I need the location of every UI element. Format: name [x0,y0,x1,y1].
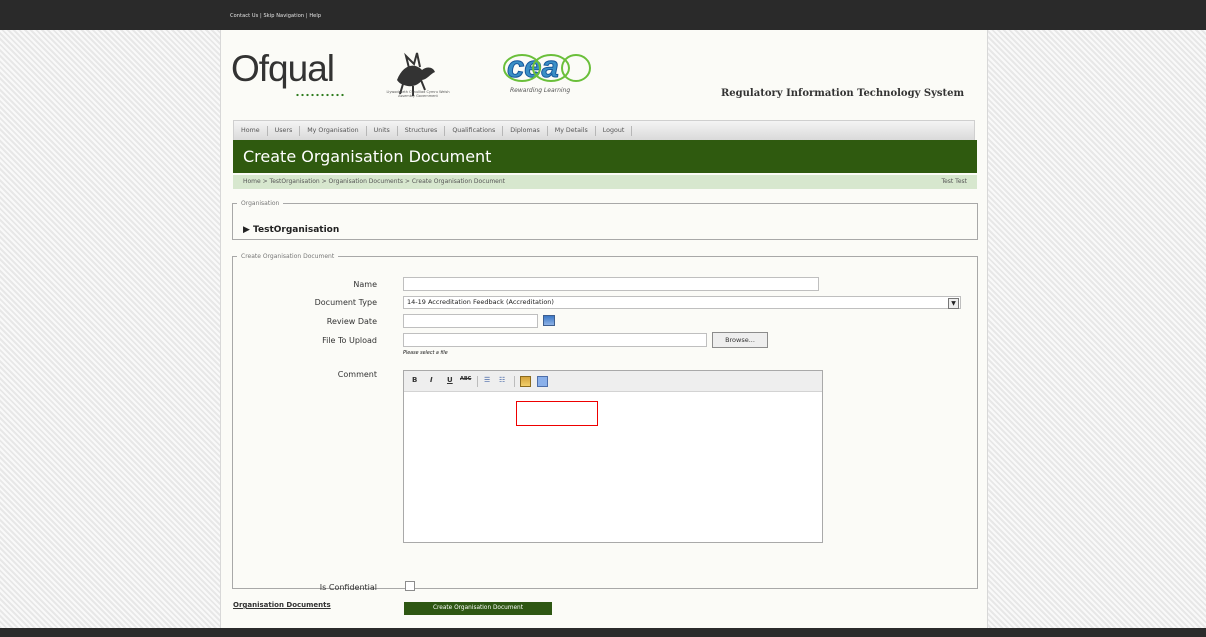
insert-icon[interactable] [537,376,548,387]
is-confidential-label: Is Confidential [319,583,377,592]
page-container: Ofqual Llywodraeth Cynulliad Cymru Welsh… [220,30,988,628]
ofqual-logo-dots [295,93,345,97]
create-document-button[interactable]: Create Organisation Document [404,602,552,615]
document-type-label: Document Type [314,298,377,307]
bold-button[interactable]: B [412,376,417,384]
nav-qualifications[interactable]: Qualifications [445,125,504,136]
nav-home[interactable]: Home [234,125,268,136]
nav-structures[interactable]: Structures [398,125,446,136]
bottom-bar [0,628,1206,637]
organisation-name[interactable]: ▶ TestOrganisation [243,225,339,235]
create-document-fieldset: Create Organisation Document Name Docume… [232,253,978,615]
underline-button[interactable]: U [447,376,453,384]
ofqual-logo[interactable]: Ofqual [231,48,335,90]
organisation-documents-link[interactable]: Organisation Documents [233,601,331,609]
bullet-list-icon[interactable]: ☰ [484,376,490,384]
file-to-upload-label: File To Upload [322,336,377,345]
review-date-input[interactable] [403,314,538,328]
browse-button[interactable]: Browse... [712,332,768,348]
toolbar-separator [514,376,515,387]
comment-editor[interactable]: B I U ABC ☰ ☷ [403,370,823,543]
system-title: Regulatory Information Technology System [721,88,965,99]
top-bar: Contact Us | Skip Navigation | Help [0,0,1206,30]
italic-button[interactable]: I [430,376,433,384]
file-path-input[interactable] [403,333,707,347]
paste-icon[interactable] [520,376,531,387]
dropdown-arrow-icon[interactable]: ▼ [948,298,959,309]
nav-diplomas[interactable]: Diplomas [503,125,548,136]
file-hint: Please select a file [403,351,448,356]
review-date-label: Review Date [326,317,377,326]
cea-tagline: Rewarding Learning [510,87,571,94]
is-confidential-checkbox[interactable] [405,581,415,591]
nav-my-organisation[interactable]: My Organisation [300,125,367,136]
breadcrumb: Home > TestOrganisation > Organisation D… [233,175,977,189]
toolbar-highlight-box [516,401,598,426]
top-links[interactable]: Contact Us | Skip Navigation | Help [230,13,321,19]
breadcrumb-text[interactable]: Home > TestOrganisation > Organisation D… [243,178,505,185]
name-label: Name [353,280,377,289]
calendar-icon[interactable] [543,315,555,326]
numbered-list-icon[interactable]: ☷ [499,376,505,384]
organisation-fieldset: Organisation ▶ TestOrganisation [232,200,978,240]
document-type-selected: 14-19 Accreditation Feedback (Accreditat… [407,298,554,306]
nav-users[interactable]: Users [268,125,301,136]
main-nav: Home Users My Organisation Units Structu… [233,120,975,141]
document-type-select[interactable]: 14-19 Accreditation Feedback (Accreditat… [403,296,961,309]
page-title: Create Organisation Document [233,140,977,173]
nav-my-details[interactable]: My Details [548,125,596,136]
comment-label: Comment [337,370,377,379]
nav-units[interactable]: Units [367,125,398,136]
organisation-legend: Organisation [241,200,280,207]
create-document-legend: Create Organisation Document [241,253,335,260]
name-input[interactable] [403,277,819,291]
wales-caption: Llywodraeth Cynulliad Cymru Welsh Assemb… [386,90,450,98]
current-user: Test Test [941,178,967,185]
strikethrough-button[interactable]: ABC [460,376,471,382]
editor-toolbar: B I U ABC ☰ ☷ [404,371,822,392]
cea-logo-icon: cea [503,49,591,85]
nav-logout[interactable]: Logout [596,125,633,136]
toolbar-separator [477,376,478,387]
